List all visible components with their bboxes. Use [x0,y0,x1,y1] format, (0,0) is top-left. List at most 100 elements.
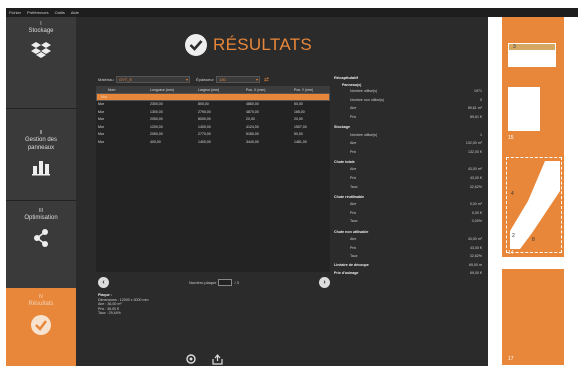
summary-item-value: 32,62% [469,254,482,259]
table-cell: 8000,00 [198,117,211,122]
table-cell: Mur [98,109,105,114]
summary-item: Taux 32,62% [334,252,486,261]
summary-item-label: Taux [350,219,358,224]
table-row[interactable]: Mur 2050,00 2770,00 5180,00 50,00 [96,131,330,139]
share-nodes-icon [34,229,48,247]
summary-item-label: Aire [350,237,357,242]
piece-label: 3 [513,44,516,50]
table-row[interactable]: Mur 2300,00 800,00 4860,00 50,00 [96,101,330,109]
table-cell: 1507,00 [294,124,307,129]
table-cell: 4870,00 [246,109,259,114]
column-header[interactable]: Nom [96,88,132,92]
table-cell: Mur [98,132,105,137]
table-cell: 50,00 [294,132,303,137]
summary-item: Prix 43,00 € [334,174,486,183]
settings-icon[interactable] [186,354,196,364]
summary-item-label: Nombre utilisé(s) [350,132,378,137]
summary-item: Taux 0,00% [334,217,486,226]
sidebar: I Stockage II Gestion des panneaux III O… [6,17,76,366]
column-header[interactable]: Pos. X (mm) [232,88,280,92]
chevron-down-icon: ▾ [185,77,188,82]
table-cell: 400,00 [150,139,161,144]
table-cell: 1300,00 [150,109,163,114]
summary-item-label: Prix [350,176,357,181]
export-icon[interactable] [212,354,223,365]
menu-aide[interactable]: Aide [71,8,79,17]
dropbox-box-icon [31,42,51,58]
sidebar-item-stockage[interactable]: I Stockage [6,21,76,109]
table-header: Nom Longueur (mm) Largeur (mm) Pos. X (m… [96,86,330,93]
summary-item: Nombre utilisé(s) 1 [334,130,486,139]
summary-item-value: 1971 [474,89,482,94]
table-cell: 2050,00 [150,117,163,122]
table-cell: Mur [98,139,105,144]
piece-label: 4 [511,191,514,197]
plate-info: Plaque : Dimensions : 12000 x 3000 mm Ai… [98,293,149,316]
table-cell: 1400,00 [198,139,211,144]
summary-item-value: 89,61 € [470,115,482,120]
table-cell: Mur [98,124,105,129]
sidebar-item-optimisation[interactable]: III Optimisation [6,202,76,288]
table-row[interactable]: Mur [96,93,330,101]
thickness-select[interactable]: 130 ▾ [216,76,260,83]
column-header[interactable]: Largeur (mm) [184,88,232,92]
menu-bar: Fichier Préférences Outils Aide [6,8,578,17]
summary-title: Récapitulatif [334,75,359,80]
app-window: Fichier Préférences Outils Aide I Stocka… [6,8,578,366]
menu-preferences[interactable]: Préférences [27,8,49,17]
menu-outils[interactable]: Outils [55,8,65,17]
summary-item-value: 132,00 € [468,149,482,154]
column-header[interactable]: Pos. Y (mm) [280,88,328,92]
sidebar-item-resultats[interactable]: IV Résultats [6,288,76,366]
plate-number-input[interactable] [218,278,233,286]
next-plate-button[interactable]: › [319,276,330,288]
sidebar-item-label: Stockage [28,28,54,34]
table-cell: 2300,00 [150,102,163,107]
table-row[interactable]: Mur 1200,00 1400,00 4124,00 1507,00 [96,123,330,131]
summary-footer-value: 69,00 m [469,262,482,267]
summary-item: Prix 0,00 € [334,209,486,218]
filters-bar: Matériau GYT_E ▾ Épaisseur 130 ▾ ⇄ [98,76,269,83]
summary-item: Nombre non utilisé(s) 0 [334,96,486,105]
table-cell: 2790,00 [198,109,211,114]
piece-label: 15 [508,135,514,141]
summary-item-label: Taux [350,254,358,259]
summary-section-title: Chute non utilisable [334,229,369,234]
summary-footer-label: Linéaire de découpe [334,262,369,267]
summary-item-value: 0,00% [471,219,482,224]
chevron-down-icon: ▾ [255,77,258,82]
summary-item: Prix 132,00 € [334,148,486,157]
summary-item-value: 1 [480,132,482,137]
table-row[interactable]: Mur 1300,00 2790,00 4870,00 165,00 [96,108,330,116]
summary-footer-value: 69,00 € [470,271,482,276]
summary-item-label: Prix [350,115,357,120]
table-row[interactable]: Mur 2050,00 8000,00 20,00 20,00 [96,116,330,124]
summary-item-value: 0,00 m² [469,202,482,207]
previous-plate-button[interactable]: ‹ [98,276,109,288]
column-header[interactable]: Longueur (mm) [132,88,184,92]
bar-chart-icon [32,161,50,176]
table-row[interactable]: Mur 400,00 1400,00 3440,00 1481,00 [96,138,330,146]
summary-item-value: 0,00 € [472,210,482,215]
thickness-value: 130 [219,77,226,82]
plate-number-label: Numéro plaque [189,279,217,285]
swap-icon[interactable]: ⇄ [264,76,269,83]
table-cell: 20,00 [246,117,255,122]
summary-item-value: 43,00 € [470,245,482,250]
sidebar-item-gestion[interactable]: II Gestion des panneaux [6,110,76,201]
plate-pager: ‹ Numéro plaque / 3 › [98,275,330,289]
gap-strip [502,257,564,269]
summary-item: Aire 132,00 m² [334,139,486,148]
table-cell: 50,00 [294,102,303,107]
table-cell: 1200,00 [150,124,163,129]
material-select[interactable]: GYT_E ▾ [116,76,190,83]
plate-info-line: Taux : 29,44% [98,311,121,316]
summary-item-value: 0 [480,97,482,102]
summary-item: Aire 89,61 m² [334,104,486,113]
piece-label: 14 [508,250,514,256]
menu-fichier[interactable]: Fichier [9,8,21,17]
sidebar-item-label: Résultats [28,301,54,307]
summary-item-label: Aire [350,202,357,207]
table-cell: 165,00 [294,109,305,114]
summary-item-value: 89,61 m² [467,106,482,111]
